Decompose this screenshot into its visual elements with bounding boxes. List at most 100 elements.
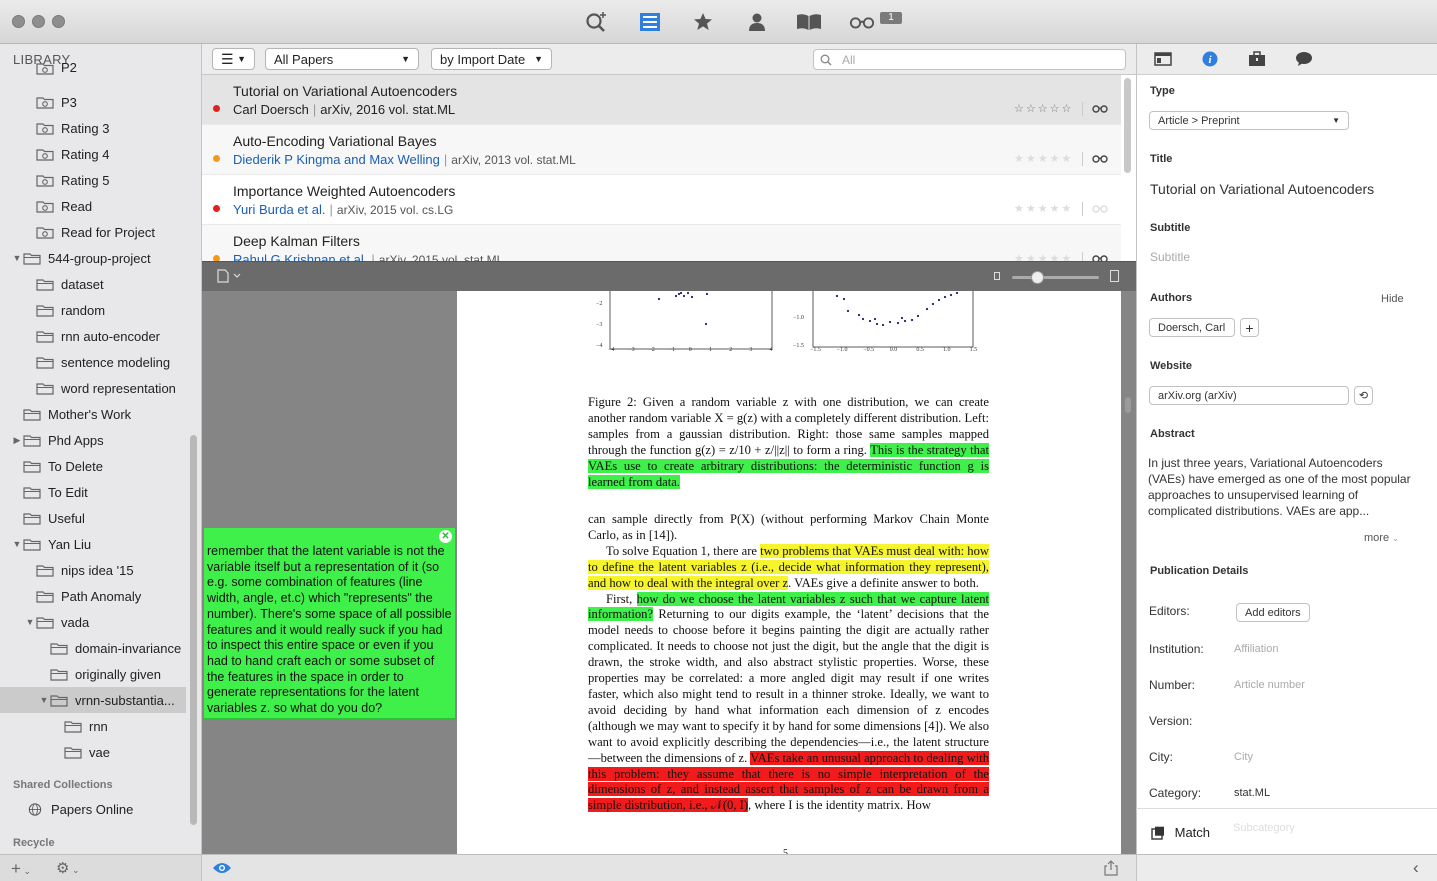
add-collection-button[interactable]: + ⌄: [11, 859, 31, 879]
sidebar-item-rating-3[interactable]: Rating 3: [24, 115, 109, 141]
sort-select[interactable]: by Import Date ▼: [431, 48, 552, 70]
glasses-icon[interactable]: [849, 10, 875, 34]
close-window-button[interactable]: [12, 15, 25, 28]
library-icon[interactable]: [637, 10, 663, 34]
pdf-page[interactable]: −2 −3 −4 −4 −3 −2 −1 0 1 2 3 4 −1.0 −1.5 −1.5 −1.…: [457, 291, 1121, 854]
sidebar-item-phd-apps[interactable]: ▶ Phd Apps: [11, 427, 104, 453]
add-author-button[interactable]: +: [1240, 318, 1259, 337]
glasses-icon[interactable]: [1092, 252, 1108, 261]
sidebar-item-vada[interactable]: ▼ vada: [24, 609, 90, 635]
sticky-note[interactable]: ✕ remember that the latent variable is n…: [203, 527, 456, 719]
type-select[interactable]: Article > Preprint ▼: [1149, 111, 1349, 130]
abstract-more-button[interactable]: more ⌄: [1364, 532, 1399, 544]
sidebar-item-vae[interactable]: vae: [52, 739, 110, 765]
zoom-slider[interactable]: [1012, 276, 1099, 279]
website-field[interactable]: arXiv.org (arXiv): [1149, 386, 1349, 405]
rating-stars[interactable]: ★★★★★: [1014, 252, 1073, 261]
disclosure-triangle-icon[interactable]: ▼: [38, 695, 50, 705]
collapse-panel-icon[interactable]: ‹: [1413, 858, 1419, 878]
match-button[interactable]: Match: [1151, 824, 1210, 840]
list-scrollbar[interactable]: [1124, 78, 1131, 173]
recycle-title[interactable]: Recycle: [13, 837, 55, 849]
rating-stars[interactable]: ☆☆☆☆☆: [1014, 102, 1073, 115]
institution-field[interactable]: Affiliation: [1234, 643, 1278, 655]
sidebar-item-mother-s-work[interactable]: Mother's Work: [11, 401, 131, 427]
sidebar-item-papers-online[interactable]: Papers Online: [26, 796, 133, 822]
document-menu-icon[interactable]: [217, 269, 241, 286]
author-token[interactable]: Doersch, Carl: [1149, 318, 1235, 337]
sidebar-item-to-delete[interactable]: To Delete: [11, 453, 103, 479]
note-text[interactable]: remember that the latent variable is not…: [207, 544, 455, 717]
tab-supplementary[interactable]: [1248, 51, 1266, 70]
rating-stars[interactable]: ★★★★★: [1014, 152, 1073, 165]
subtitle-field[interactable]: Subtitle: [1150, 250, 1190, 264]
add-search-icon[interactable]: [584, 10, 610, 34]
sidebar-item-useful[interactable]: Useful: [11, 505, 85, 531]
star-icon[interactable]: [690, 10, 716, 34]
sidebar-item-sentence-modeling[interactable]: sentence modeling: [24, 349, 170, 375]
sidebar-item-544-group-project[interactable]: ▼ 544-group-project: [11, 245, 151, 271]
sidebar-item-path-anomaly[interactable]: Path Anomaly: [24, 583, 141, 609]
person-icon[interactable]: [744, 10, 770, 34]
add-editors-button[interactable]: Add editors: [1236, 603, 1310, 622]
paper-authors[interactable]: Rahul G Krishnan et al.: [233, 252, 367, 261]
glasses-icon[interactable]: [1092, 152, 1108, 164]
sidebar-scrollbar[interactable]: [190, 435, 197, 825]
sidebar-item-to-edit[interactable]: To Edit: [11, 479, 88, 505]
filter-select[interactable]: All Papers ▼: [265, 48, 419, 70]
glasses-icon[interactable]: [1092, 202, 1108, 214]
search-input[interactable]: All: [813, 49, 1126, 70]
sidebar-item-p3[interactable]: P3: [24, 89, 77, 115]
paper-authors[interactable]: Yuri Burda et al.: [233, 202, 326, 217]
minimize-window-button[interactable]: [32, 15, 45, 28]
abstract-text[interactable]: In just three years, Variational Autoenc…: [1148, 455, 1418, 519]
book-icon[interactable]: [796, 10, 822, 34]
disclosure-triangle-icon[interactable]: ▼: [24, 617, 36, 627]
sidebar-item-domain-invariance[interactable]: domain-invariance: [38, 635, 181, 661]
zoom-window-button[interactable]: [52, 15, 65, 28]
authors-hide-button[interactable]: Hide: [1381, 293, 1404, 305]
disclosure-triangle-icon[interactable]: ▼: [11, 253, 23, 263]
number-field[interactable]: Article number: [1234, 679, 1305, 691]
sidebar-item-nips-idea-15[interactable]: nips idea '15: [24, 557, 134, 583]
paper-row[interactable]: Auto-Encoding Variational Bayes Diederik …: [202, 125, 1121, 175]
subcategory-field[interactable]: Subcategory: [1233, 822, 1295, 834]
rating-stars[interactable]: ★★★★★: [1014, 202, 1073, 215]
sidebar-item-word-representation[interactable]: word representation: [24, 375, 176, 401]
panel-icon: [1154, 52, 1172, 66]
tab-info-panel[interactable]: [1154, 52, 1172, 69]
paper-row[interactable]: Tutorial on Variational Autoencoders Carl…: [202, 75, 1121, 125]
gear-icon[interactable]: ⚙ ⌄: [56, 859, 80, 877]
city-field[interactable]: City: [1234, 751, 1253, 763]
eye-icon[interactable]: [212, 861, 232, 878]
paper-row[interactable]: Importance Weighted Autoencoders Yuri Bur…: [202, 175, 1121, 225]
sidebar-item-read-for-project[interactable]: Read for Project: [24, 219, 155, 245]
sidebar-item-label: Phd Apps: [48, 432, 104, 448]
sidebar-item-rnn-auto-encoder[interactable]: rnn auto-encoder: [24, 323, 160, 349]
paper-row[interactable]: Deep Kalman Filters Rahul G Krishnan et a…: [202, 225, 1121, 261]
category-field[interactable]: stat.ML: [1234, 787, 1270, 799]
paper-authors[interactable]: Diederik P Kingma and Max Welling: [233, 152, 440, 167]
refresh-website-icon[interactable]: ⟲: [1354, 386, 1373, 405]
tab-info[interactable]: i: [1202, 51, 1218, 70]
sidebar-item-p2[interactable]: P2: [24, 63, 77, 75]
sidebar-item-read[interactable]: Read: [24, 193, 92, 219]
sidebar-item-dataset[interactable]: dataset: [24, 271, 104, 297]
tab-notes[interactable]: [1295, 51, 1313, 70]
sidebar-item-rating-5[interactable]: Rating 5: [24, 167, 109, 193]
disclosure-triangle-icon[interactable]: ▶: [11, 435, 23, 446]
sidebar-item-vrnn-substantia[interactable]: ▼ vrnn-substantia...: [0, 687, 186, 713]
title-field[interactable]: Tutorial on Variational Autoencoders: [1150, 181, 1374, 197]
list-view-menu-button[interactable]: ☰ ▼: [212, 48, 255, 70]
sidebar-item-yan-liu[interactable]: ▼ Yan Liu: [11, 531, 92, 557]
sidebar-item-rating-4[interactable]: Rating 4: [24, 141, 109, 167]
pdf-scrollbar[interactable]: [1125, 397, 1131, 413]
sidebar-item-random[interactable]: random: [24, 297, 105, 323]
zoom-slider-handle[interactable]: [1031, 271, 1044, 284]
close-note-icon[interactable]: ✕: [439, 530, 452, 543]
glasses-icon[interactable]: [1092, 102, 1108, 114]
sidebar-item-rnn[interactable]: rnn: [52, 713, 108, 739]
sidebar-item-originally-given[interactable]: originally given: [38, 661, 161, 687]
share-icon[interactable]: [1104, 860, 1118, 879]
disclosure-triangle-icon[interactable]: ▼: [11, 539, 23, 549]
